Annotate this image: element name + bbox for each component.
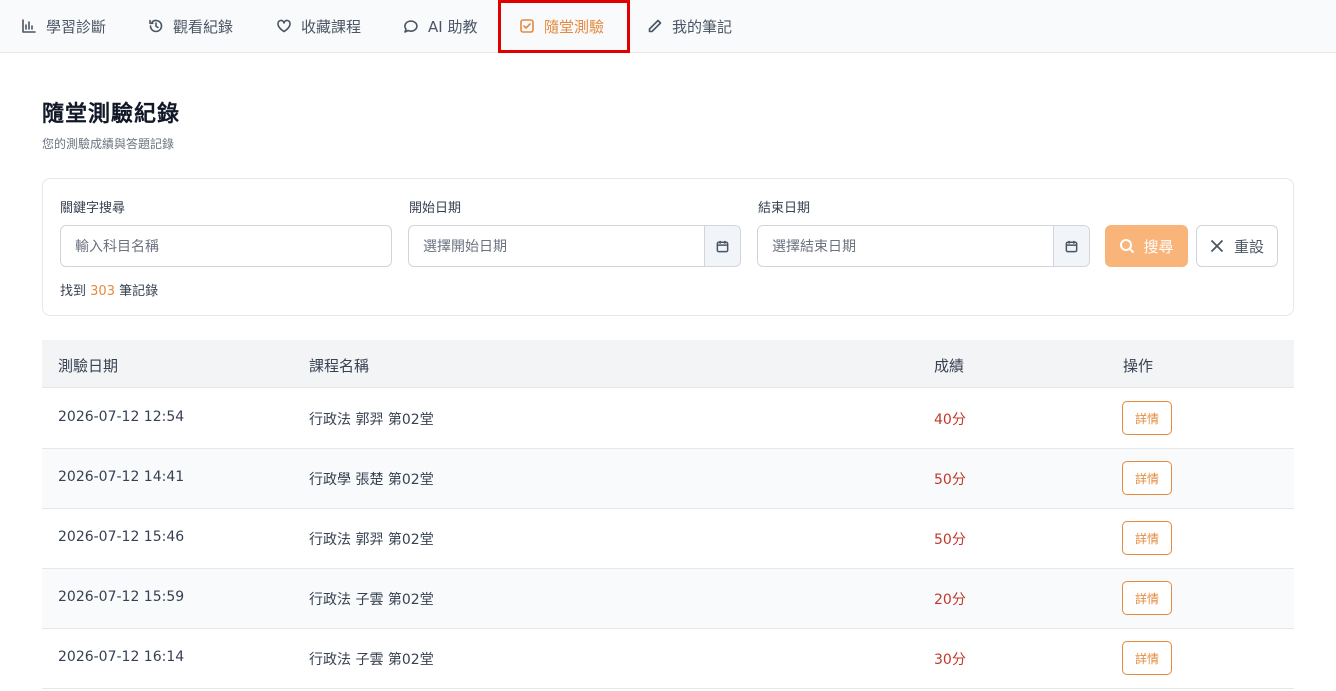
tab-quiz[interactable]: 隨堂測驗 <box>518 0 604 52</box>
chat-bubbles-icon <box>402 17 420 35</box>
table-header: 測驗日期 課程名稱 成績 操作 <box>42 340 1294 388</box>
table-row: 2026-07-12 15:59 行政法 子雲 第02堂 20分 詳情 <box>42 569 1294 629</box>
pencil-icon <box>646 17 664 35</box>
detail-button[interactable]: 詳情 <box>1122 581 1172 615</box>
cell-score: 20分 <box>934 592 966 608</box>
keyword-placeholder: 輸入科目名稱 <box>75 239 159 255</box>
tab-my-notes[interactable]: 我的筆記 <box>646 0 732 52</box>
page-subtitle: 您的測驗成績與答題記錄 <box>42 137 175 151</box>
start-date-label: 開始日期 <box>409 201 462 216</box>
detail-button[interactable]: 詳情 <box>1122 521 1172 555</box>
heart-icon <box>275 17 293 35</box>
cell-score: 50分 <box>934 532 966 548</box>
table-row: 2026-07-12 12:54 行政法 郭羿 第02堂 40分 詳情 <box>42 389 1294 449</box>
cell-date: 2026-07-12 15:59 <box>58 589 185 605</box>
cell-date: 2026-07-12 14:41 <box>58 469 185 485</box>
cell-course: 行政法 郭羿 第02堂 <box>309 532 434 548</box>
cell-course: 行政學 張楚 第02堂 <box>309 472 434 488</box>
table-row: 2026-07-12 15:46 行政法 郭羿 第02堂 50分 詳情 <box>42 509 1294 569</box>
keyword-label: 關鍵字搜尋 <box>60 201 126 216</box>
column-header-course: 課程名稱 <box>309 357 370 375</box>
tab-label: AI 助教 <box>428 17 478 36</box>
cell-score: 40分 <box>934 412 966 428</box>
table-row: 2026-07-12 16:14 行政法 子雲 第02堂 30分 詳情 <box>42 629 1294 689</box>
reset-button-label: 重設 <box>1233 237 1264 256</box>
calendar-icon[interactable] <box>1053 226 1089 266</box>
result-count-number: 303 <box>90 284 115 299</box>
column-header-action: 操作 <box>1123 357 1154 375</box>
cell-score: 30分 <box>934 652 966 668</box>
checkbox-icon <box>518 17 536 35</box>
end-date-placeholder: 選擇結束日期 <box>772 239 856 255</box>
tab-ai-assistant[interactable]: AI 助教 <box>402 0 477 52</box>
tab-label: 收藏課程 <box>301 17 362 36</box>
tab-learning-diagnosis[interactable]: 學習診斷 <box>20 0 106 52</box>
table-row: 2026-07-12 14:41 行政學 張楚 第02堂 50分 詳情 <box>42 449 1294 509</box>
cell-course: 行政法 子雲 第02堂 <box>309 652 434 668</box>
tab-label: 我的筆記 <box>672 17 733 36</box>
calendar-icon[interactable] <box>704 226 740 266</box>
column-header-date: 測驗日期 <box>58 357 119 375</box>
cell-date: 2026-07-12 12:54 <box>58 409 185 425</box>
start-date-input[interactable]: 選擇開始日期 <box>408 225 741 267</box>
tab-watch-history[interactable]: 觀看紀錄 <box>147 0 233 52</box>
tab-label: 隨堂測驗 <box>544 17 605 36</box>
cell-date: 2026-07-12 16:14 <box>58 649 185 665</box>
detail-button[interactable]: 詳情 <box>1122 461 1172 495</box>
page-title: 隨堂測驗紀錄 <box>42 102 181 127</box>
cell-course: 行政法 郭羿 第02堂 <box>309 412 434 428</box>
end-date-label: 結束日期 <box>758 201 811 216</box>
tab-label: 觀看紀錄 <box>173 17 234 36</box>
detail-button[interactable]: 詳情 <box>1122 401 1172 435</box>
filter-panel: 關鍵字搜尋 輸入科目名稱 開始日期 選擇開始日期 結束日期 選擇結束日期 搜尋 … <box>42 178 1294 316</box>
tab-favorite-courses[interactable]: 收藏課程 <box>275 0 361 52</box>
top-nav: 學習診斷 觀看紀錄 收藏課程 AI 助教 隨堂測驗 我的筆記 <box>0 0 1336 53</box>
result-count: 找到 303 筆記錄 <box>60 284 159 299</box>
search-button-label: 搜尋 <box>1143 237 1174 256</box>
bar-chart-icon <box>20 17 38 35</box>
search-button[interactable]: 搜尋 <box>1105 225 1188 267</box>
tab-label: 學習診斷 <box>46 17 107 36</box>
cell-score: 50分 <box>934 472 966 488</box>
cell-date: 2026-07-12 15:46 <box>58 529 185 545</box>
cell-course: 行政法 子雲 第02堂 <box>309 592 434 608</box>
start-date-placeholder: 選擇開始日期 <box>423 239 507 255</box>
column-header-score: 成績 <box>934 357 965 375</box>
reset-button[interactable]: 重設 <box>1196 225 1278 267</box>
detail-button[interactable]: 詳情 <box>1122 641 1172 675</box>
history-icon <box>147 17 165 35</box>
end-date-input[interactable]: 選擇結束日期 <box>757 225 1090 267</box>
close-icon <box>1210 239 1224 253</box>
search-icon <box>1120 239 1135 254</box>
keyword-input[interactable]: 輸入科目名稱 <box>60 225 392 267</box>
